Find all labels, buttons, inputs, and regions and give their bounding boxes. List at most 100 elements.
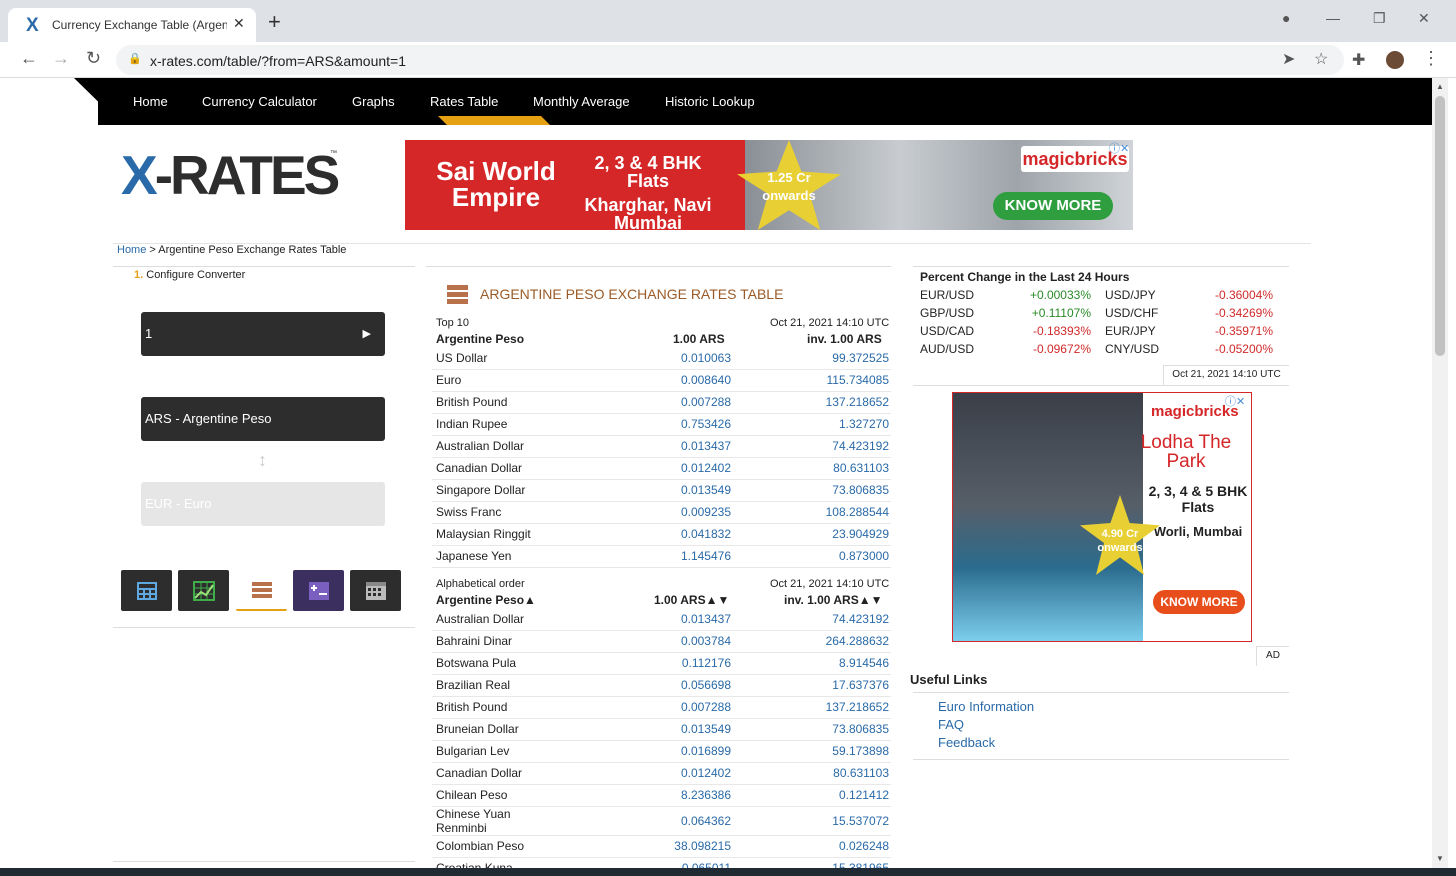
rate-value[interactable]: 0.003784 — [561, 630, 731, 653]
rate-value[interactable]: 0.065011 — [561, 857, 731, 868]
nav-graphs[interactable]: Graphs — [352, 94, 395, 109]
alpha-col-name[interactable]: Argentine Peso▲ — [436, 593, 536, 607]
inverse-rate-value[interactable]: 0.873000 — [731, 545, 891, 568]
nav-home[interactable]: Home — [133, 94, 168, 109]
rate-value[interactable]: 0.013549 — [561, 479, 731, 502]
nav-historic-lookup[interactable]: Historic Lookup — [665, 94, 755, 109]
rate-value[interactable]: 0.013437 — [561, 435, 731, 458]
inverse-rate-value[interactable]: 15.537072 — [731, 806, 891, 836]
table-button[interactable] — [236, 570, 287, 611]
nav-currency-calculator[interactable]: Currency Calculator — [202, 94, 317, 109]
play-icon[interactable]: ▶ — [363, 312, 371, 356]
rate-value[interactable]: 0.008640 — [561, 369, 731, 392]
scroll-down-icon[interactable]: ▼ — [1436, 854, 1444, 863]
profile-menu-icon[interactable]: ● — [1282, 10, 1290, 26]
lock-icon[interactable]: 🔒 — [128, 52, 142, 65]
x-rates-logo[interactable]: X-RATES — [121, 148, 340, 203]
inverse-rate-value[interactable]: 264.288632 — [731, 630, 891, 653]
ad-cta-button[interactable]: KNOW MORE — [993, 192, 1113, 220]
side-ad-cta-button[interactable]: KNOW MORE — [1153, 590, 1245, 614]
to-currency-select[interactable]: EUR - Euro — [141, 482, 385, 526]
close-window-icon[interactable]: ✕ — [1418, 10, 1430, 27]
tab-close-icon[interactable]: ✕ — [233, 15, 245, 32]
scroll-thumb[interactable] — [1435, 96, 1445, 356]
rate-value[interactable]: 0.013549 — [561, 718, 731, 741]
inverse-rate-value[interactable]: 1.327270 — [731, 413, 891, 436]
nav-monthly-average[interactable]: Monthly Average — [533, 94, 630, 109]
inverse-rate-value[interactable]: 8.914546 — [731, 652, 891, 675]
rate-value[interactable]: 0.007288 — [561, 391, 731, 414]
minimize-icon[interactable]: — — [1326, 10, 1340, 26]
rate-value[interactable]: 0.012402 — [561, 457, 731, 480]
pair-label[interactable]: EUR/JPY — [1105, 324, 1156, 338]
new-tab-icon[interactable]: + — [268, 11, 281, 33]
pair-label[interactable]: USD/CAD — [920, 324, 974, 338]
scroll-up-icon[interactable]: ▲ — [1436, 82, 1444, 91]
rate-value[interactable]: 0.056698 — [561, 674, 731, 697]
profile-avatar[interactable] — [1384, 49, 1406, 71]
rate-value[interactable]: 8.236386 — [561, 784, 731, 807]
inverse-rate-value[interactable]: 23.904929 — [731, 523, 891, 546]
bookmark-star-icon[interactable]: ☆ — [1314, 49, 1328, 69]
from-currency-select[interactable]: ARS - Argentine Peso — [141, 397, 385, 441]
inverse-rate-value[interactable]: 115.734085 — [731, 369, 891, 392]
restore-icon[interactable]: ❐ — [1373, 10, 1386, 27]
calculator-button[interactable] — [121, 570, 172, 611]
link-euro-information[interactable]: Euro Information — [938, 699, 1034, 714]
rate-value[interactable]: 1.145476 — [561, 545, 731, 568]
rate-value[interactable]: 0.753426 — [561, 413, 731, 436]
extensions-icon[interactable]: ✚ — [1352, 50, 1365, 70]
pair-label[interactable]: USD/CHF — [1105, 306, 1158, 320]
inverse-rate-value[interactable]: 73.806835 — [731, 479, 891, 502]
inverse-rate-value[interactable]: 137.218652 — [731, 696, 891, 719]
rate-value[interactable]: 0.010063 — [561, 347, 731, 370]
pair-label[interactable]: USD/JPY — [1105, 288, 1156, 302]
inverse-rate-value[interactable]: 0.026248 — [731, 835, 891, 858]
rate-value[interactable]: 0.007288 — [561, 696, 731, 719]
breadcrumb-home[interactable]: Home — [117, 244, 146, 256]
inverse-rate-value[interactable]: 74.423192 — [731, 435, 891, 458]
inverse-rate-value[interactable]: 74.423192 — [731, 608, 891, 631]
pair-label[interactable]: EUR/USD — [920, 288, 974, 302]
rate-value[interactable]: 0.012402 — [561, 762, 731, 785]
address-bar[interactable]: 🔒 x-rates.com/table/?from=ARS&amount=1 ➤… — [116, 45, 1344, 75]
pair-label[interactable]: CNY/USD — [1105, 342, 1159, 356]
side-ad[interactable]: magicbricks Lodha The Park 2, 3, 4 & 5 B… — [952, 392, 1252, 642]
top-ad-banner[interactable]: Sai World Empire 2, 3 & 4 BHK Flats Khar… — [405, 140, 1133, 230]
inverse-rate-value[interactable]: 137.218652 — [731, 391, 891, 414]
pair-label[interactable]: GBP/USD — [920, 306, 974, 320]
url-text[interactable]: x-rates.com/table/?from=ARS&amount=1 — [150, 53, 406, 69]
rate-value[interactable]: 0.013437 — [561, 608, 731, 631]
monthly-average-button[interactable] — [293, 570, 344, 611]
inverse-rate-value[interactable]: 17.637376 — [731, 674, 891, 697]
rate-value[interactable]: 0.064362 — [561, 806, 731, 836]
swap-icon[interactable]: ↕ — [258, 450, 267, 471]
rate-value[interactable]: 38.098215 — [561, 835, 731, 858]
alpha-col-v2[interactable]: inv. 1.00 ARS▲▼ — [784, 593, 882, 607]
side-ad-close-icon[interactable]: ⓘ✕ — [1225, 393, 1245, 409]
inverse-rate-value[interactable]: 15.381965 — [731, 857, 891, 868]
nav-rates-table[interactable]: Rates Table — [430, 94, 498, 109]
inverse-rate-value[interactable]: 0.121412 — [731, 784, 891, 807]
inverse-rate-value[interactable]: 99.372525 — [731, 347, 891, 370]
rate-value[interactable]: 0.009235 — [561, 501, 731, 524]
rate-value[interactable]: 0.112176 — [561, 652, 731, 675]
link-faq[interactable]: FAQ — [938, 717, 964, 732]
inverse-rate-value[interactable]: 59.173898 — [731, 740, 891, 763]
inverse-rate-value[interactable]: 80.631103 — [731, 457, 891, 480]
send-icon[interactable]: ➤ — [1282, 49, 1295, 69]
inverse-rate-value[interactable]: 108.288544 — [731, 501, 891, 524]
rate-value[interactable]: 0.041832 — [561, 523, 731, 546]
pair-label[interactable]: AUD/USD — [920, 342, 974, 356]
back-icon[interactable]: ← — [20, 48, 38, 69]
browser-tab[interactable]: X Currency Exchange Table (Argent ✕ — [8, 8, 256, 42]
forward-icon[interactable]: → — [52, 48, 70, 69]
historic-lookup-button[interactable] — [350, 570, 401, 611]
ad-close-icon[interactable]: ⓘ✕ — [1109, 140, 1129, 156]
alpha-col-v1[interactable]: 1.00 ARS▲▼ — [654, 593, 729, 607]
link-feedback[interactable]: Feedback — [938, 735, 995, 750]
graph-button[interactable] — [178, 570, 229, 611]
browser-menu-icon[interactable]: ⋮ — [1422, 48, 1440, 69]
reload-icon[interactable]: ↻ — [86, 48, 101, 69]
rate-value[interactable]: 0.016899 — [561, 740, 731, 763]
